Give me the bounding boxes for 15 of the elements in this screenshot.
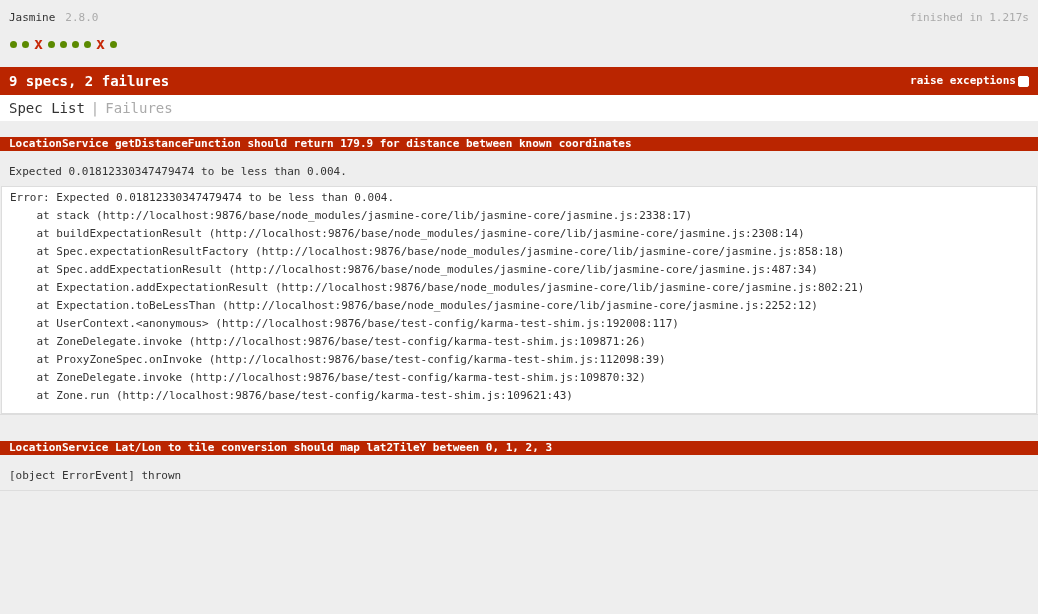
raise-exceptions-checkbox[interactable] (1018, 75, 1029, 87)
failure-title: LocationService getDistanceFunction should return 179.9 for distance between known coordinates (0, 137, 1038, 151)
failed-spec-mark: x (34, 36, 44, 52)
app-title: Jasmine (9, 10, 56, 26)
summary-text: 9 specs, 2 failures (9, 71, 170, 91)
raise-exceptions-label: raise exceptions (910, 72, 1016, 89)
duration-label: finished in 1.217s (909, 10, 1029, 26)
failure-message: [object ErrorEvent] thrown (8, 468, 183, 484)
failure-message: Expected 0.01812330347479474 to be less than 0.004. (8, 164, 348, 180)
stack-trace: Error: Expected 0.01812330347479474 to be less than 0.004. at stack (http://localhost:9876/base/node_modules/jasmine-core/lib/jasmine-core/jasmine.js:2338:17) at buildExpectationResult (http://localhost:9876/base/node_modules/jasmine-core/lib/jasmine-core/jasmine.js:2308:14) at Spec.expectationResultFactory (http://localhost:9876/base/node_modules/jasmine-core/lib/jasmine-core/jasmine.js:858:18) at Spec.addExpectationResult (http://localhost:9876/base/node_modules/jasmine-core/lib/jasmine-core/jasmine.js:487:34) at Expectation.addExpectationResult (http://localhost:9876/base/node_modules/jasmine-core/lib/jasmine-core/jasmine.js:802:21) at Expectation.toBeLessThan (http://localhost:9876/base/node_modules/jasmine-core/lib/jasmine-core/jasmine.js:2252:12) at UserContext.<anonymous> (http://localhost:9876/base/test-config/karma-test-shim.js:192008:117) at ZoneDelegate.invoke (http://localhost:9876/base/test-config/karma-test-shim.js:109871:26) at ProxyZoneSpec.onInvoke (http://localhost:9876/base/test-config/karma-test-shim.js:112098:39) at ZoneDelegate.invoke (http://localhost:9876/base/test-config/karma-test-shim.js:109870:32) at Zone.run (http://localhost:9876/base/test-config/karma-test-shim.js:109621:43) (1, 186, 1037, 414)
failure-title: LocationService Lat/Lon to tile conversion should map lat2TileY between 0, 1, 2, 3 (0, 441, 1038, 455)
tab-separator: | (90, 98, 100, 119)
failed-spec-mark: x (96, 36, 106, 52)
tab[interactable]: Spec List (9, 97, 85, 119)
version-label: 2.8.0 (65, 10, 99, 26)
